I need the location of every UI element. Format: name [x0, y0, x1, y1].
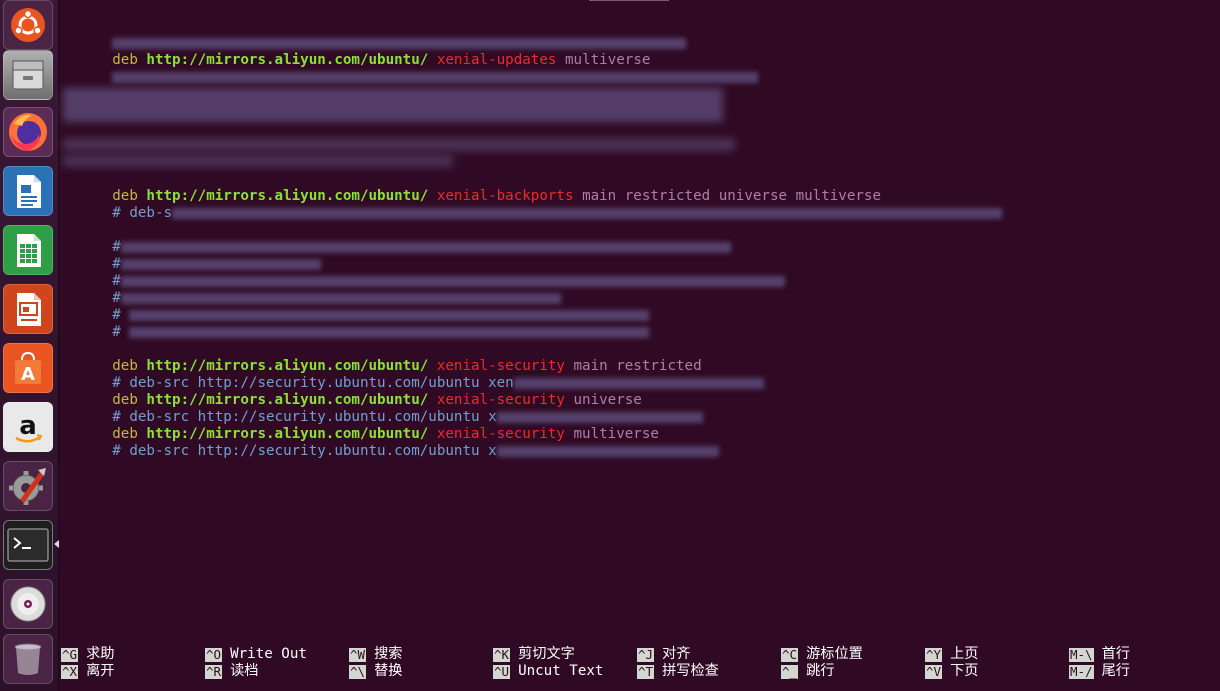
terminal-icon[interactable] [3, 520, 53, 570]
comment-line: # [61, 222, 731, 255]
shortcut-label: 尾行 [1101, 663, 1130, 679]
window-top-edge [589, 0, 669, 1]
comment-line: # deb-src http://security.ubuntu.com/ubu… [61, 426, 719, 459]
redacted-block [63, 88, 723, 122]
shortcut-read-file[interactable]: ^R 读档 [205, 663, 258, 680]
shortcut-key: ^V [925, 663, 943, 679]
desktop: A a deb http://mirrors.aliyun.com/ubuntu… [0, 0, 1220, 691]
shortcut-spell-check[interactable]: ^T 拼写检查 [637, 663, 719, 680]
redacted-line [61, 52, 759, 83]
shortcut-label: 上页 [950, 646, 979, 662]
shortcut-write-out[interactable]: ^O Write Out [205, 646, 307, 663]
shortcut-label: 读档 [230, 663, 259, 679]
shortcut-next-page[interactable]: ^V 下页 [925, 663, 978, 680]
shortcut-label: 求助 [86, 646, 115, 662]
libreoffice-calc-icon[interactable] [3, 225, 53, 275]
source-line-security-universe: deb http://mirrors.aliyun.com/ubuntu/ xe… [61, 375, 642, 408]
redacted-block [63, 138, 735, 151]
shortcut-label: 下页 [950, 663, 979, 679]
shortcut-search[interactable]: ^W 搜索 [349, 646, 402, 663]
shortcut-key: ^T [637, 663, 655, 679]
shortcut-label: 拼写检查 [662, 663, 719, 679]
shortcut-justify[interactable]: ^J 对齐 [637, 646, 690, 663]
source-line-security-main: deb http://mirrors.aliyun.com/ubuntu/ xe… [61, 341, 701, 374]
source-line-updates-multiverse: deb http://mirrors.aliyun.com/ubuntu/ xe… [61, 35, 650, 68]
shortcut-label: 搜索 [374, 646, 403, 662]
shortcut-key: M-/ [1069, 663, 1094, 679]
source-line-security-multiverse: deb http://mirrors.aliyun.com/ubuntu/ xe… [61, 409, 659, 442]
shortcut-first-line[interactable]: M-\ 首行 [1069, 646, 1130, 663]
trash-icon[interactable] [3, 634, 53, 684]
software-center-icon[interactable]: A [3, 343, 53, 393]
shortcut-label: Write Out [230, 646, 307, 662]
shortcut-label: 首行 [1101, 646, 1130, 662]
comment-line: # deb-src http://security.ubuntu.com/ubu… [61, 392, 703, 425]
shortcut-replace[interactable]: ^\ 替换 [349, 663, 402, 680]
redacted-block [63, 155, 453, 167]
shortcut-key: ^_ [781, 663, 799, 679]
shortcut-label: 剪切文字 [518, 646, 575, 662]
comment-line: # [61, 239, 321, 272]
shortcut-key: ^J [637, 646, 655, 662]
comment-line: # [61, 256, 785, 289]
dvd-icon[interactable] [3, 579, 53, 629]
shortcut-label: 离开 [86, 663, 115, 679]
unity-launcher: A a [0, 0, 59, 691]
shortcut-label: 游标位置 [806, 646, 863, 662]
shortcut-last-line[interactable]: M-/ 尾行 [1069, 663, 1130, 680]
shortcut-label: 对齐 [662, 646, 691, 662]
shortcut-key: ^Y [925, 646, 943, 662]
shortcut-go-to-line[interactable]: ^_ 跳行 [781, 663, 834, 680]
shortcut-key: ^C [781, 646, 799, 662]
shortcut-key: ^K [493, 646, 511, 662]
nano-shortcut-bar: ^G 求助 ^X 离开 ^O Write Out ^R 读档 ^W 搜索 ^\ 替换 ^K 剪… [59, 646, 1220, 686]
shortcut-key: M-\ [1069, 646, 1094, 662]
libreoffice-impress-icon[interactable] [3, 284, 53, 334]
svg-text:a: a [19, 411, 37, 441]
shortcut-cut-text[interactable]: ^K 剪切文字 [493, 646, 575, 663]
shortcut-key: ^R [205, 663, 223, 679]
comment-line: # deb-s [61, 188, 1003, 221]
shortcut-label: Uncut Text [518, 663, 604, 679]
comment-line: # [61, 290, 650, 323]
ubuntu-dash-icon[interactable] [3, 0, 53, 50]
shortcut-cursor-position[interactable]: ^C 游标位置 [781, 646, 863, 663]
shortcut-help[interactable]: ^G 求助 [61, 646, 114, 663]
source-line-backports: deb http://mirrors.aliyun.com/ubuntu/ xe… [61, 171, 881, 204]
shortcut-key: ^\ [349, 663, 367, 679]
shortcut-prev-page[interactable]: ^Y 上页 [925, 646, 978, 663]
comment-line: # [61, 273, 561, 306]
shortcut-label: 替换 [374, 663, 403, 679]
files-icon[interactable] [3, 50, 53, 100]
comment-line: # deb-src http://security.ubuntu.com/ubu… [61, 358, 764, 391]
svg-text:A: A [21, 364, 35, 385]
firefox-icon[interactable] [3, 107, 53, 157]
libreoffice-writer-icon[interactable] [3, 166, 53, 216]
shortcut-key: ^X [61, 663, 79, 679]
shortcut-key: ^G [61, 646, 79, 662]
shortcut-key: ^U [493, 663, 511, 679]
amazon-icon[interactable]: a [3, 402, 53, 452]
terminal-window[interactable]: deb http://mirrors.aliyun.com/ubuntu/ xe… [59, 0, 1220, 691]
shortcut-uncut-text[interactable]: ^U Uncut Text [493, 663, 603, 680]
shortcut-key: ^O [205, 646, 223, 662]
shortcut-exit[interactable]: ^X 离开 [61, 663, 114, 680]
redacted-line [61, 18, 687, 49]
shortcut-label: 跳行 [806, 663, 835, 679]
comment-line: # [61, 307, 650, 340]
system-settings-icon[interactable] [3, 461, 53, 511]
shortcut-key: ^W [349, 646, 367, 662]
